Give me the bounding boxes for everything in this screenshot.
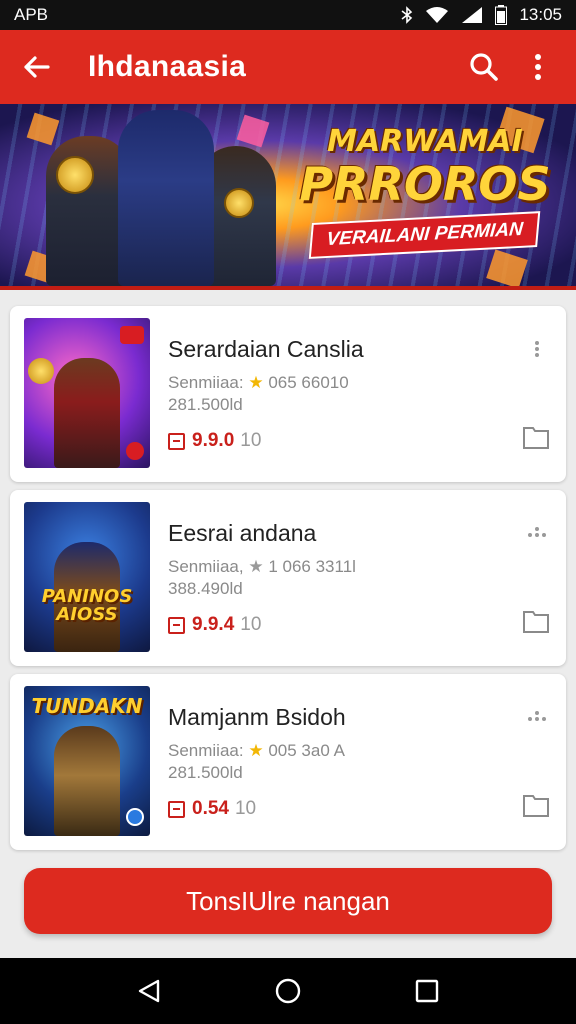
price-tag-icon bbox=[168, 616, 185, 634]
banner-ribbon: VERAILANI PERMIAN bbox=[309, 211, 541, 259]
meta-suffix: 1 066 3311l bbox=[268, 557, 356, 576]
more-dots-icon bbox=[528, 711, 546, 721]
meta-line2: 281.500ld bbox=[168, 763, 243, 782]
list-item[interactable]: PANINOS AIOSS Eesrai andana Senmiiaa, ★ … bbox=[10, 490, 566, 666]
meta-prefix: Senmiiaa, bbox=[168, 557, 244, 576]
star-icon: ★ bbox=[248, 557, 264, 576]
price-value: 9.9.4 bbox=[192, 614, 235, 635]
meta-line2: 281.500ld bbox=[168, 395, 243, 414]
meta-suffix: 065 66010 bbox=[268, 373, 349, 392]
meta-line2: 388.490ld bbox=[168, 579, 243, 598]
thumbnail-coin bbox=[28, 358, 54, 384]
wifi-icon bbox=[426, 7, 449, 23]
meta-prefix: Senmiiaa: bbox=[168, 373, 244, 392]
game-price: 9.9.0 10 bbox=[168, 430, 261, 452]
thumbnail-badge bbox=[126, 808, 144, 826]
signal-icon bbox=[462, 7, 483, 23]
folder-icon[interactable] bbox=[522, 792, 550, 818]
price-sub: 10 bbox=[240, 430, 262, 451]
game-meta: Senmiiaa: ★ 065 66010 281.500ld bbox=[168, 372, 349, 416]
price-sub: 10 bbox=[234, 798, 257, 819]
banner-headline-top: MARWAMAI bbox=[327, 124, 523, 159]
game-list: Serardaian Canslia Senmiiaa: ★ 065 66010… bbox=[10, 306, 566, 858]
meta-suffix: 005 3a0 A bbox=[268, 741, 345, 760]
thumbnail-badge bbox=[120, 326, 144, 344]
game-meta: Senmiiaa: ★ 005 3a0 A 281.500ld bbox=[168, 740, 345, 784]
game-title: Eesrai andana bbox=[168, 520, 317, 546]
square-recents-icon bbox=[415, 979, 438, 1003]
game-meta: Senmiiaa, ★ 1 066 3311l 388.490ld bbox=[168, 556, 356, 600]
price-tag-icon bbox=[168, 800, 185, 818]
game-title: Serardaian Canslia bbox=[168, 336, 364, 362]
price-value: 0.54 bbox=[192, 798, 229, 819]
item-menu-button[interactable] bbox=[522, 518, 552, 548]
promo-banner[interactable]: MARWAMAI PRROROS VERAILANI PERMIAN bbox=[0, 104, 576, 290]
banner-coin bbox=[224, 188, 254, 218]
game-thumbnail: PANINOS AIOSS bbox=[24, 502, 150, 652]
back-button[interactable] bbox=[18, 49, 54, 85]
game-thumbnail: TUNDAKN bbox=[24, 686, 150, 836]
star-icon: ★ bbox=[248, 741, 264, 760]
banner-coin bbox=[56, 156, 94, 194]
thumbnail-title: PANINOS AIOSS bbox=[41, 586, 133, 625]
price-tag-icon bbox=[168, 432, 185, 450]
item-menu-button[interactable] bbox=[522, 334, 552, 364]
folder-icon[interactable] bbox=[522, 424, 550, 450]
thumbnail-character bbox=[54, 726, 120, 836]
list-item[interactable]: Serardaian Canslia Senmiiaa: ★ 065 66010… bbox=[10, 306, 566, 482]
price-sub: 10 bbox=[240, 614, 262, 635]
nav-back-button[interactable] bbox=[125, 967, 173, 1015]
overflow-menu-button[interactable] bbox=[518, 47, 558, 87]
system-nav-bar bbox=[0, 958, 576, 1024]
nav-recents-button[interactable] bbox=[403, 967, 451, 1015]
app-title: Ihdanaasia bbox=[88, 50, 247, 83]
banner-headline-main: PRROROS bbox=[299, 157, 551, 211]
banner-headline: MARWAMAI PRROROS VERAILANI PERMIAN bbox=[290, 124, 560, 259]
star-icon: ★ bbox=[248, 373, 264, 392]
game-price: 0.54 10 bbox=[168, 798, 256, 820]
search-icon bbox=[470, 53, 498, 81]
list-item[interactable]: TUNDAKN Mamjanm Bsidoh Senmiiaa: ★ 005 3… bbox=[10, 674, 566, 850]
more-vert-icon bbox=[535, 54, 541, 80]
meta-prefix: Senmiiaa: bbox=[168, 741, 244, 760]
game-thumbnail bbox=[24, 318, 150, 468]
more-vert-icon bbox=[535, 341, 539, 357]
battery-icon bbox=[495, 5, 508, 25]
status-bar: APB 13:05 bbox=[0, 0, 576, 30]
status-icons: 13:05 bbox=[401, 5, 562, 25]
circle-home-icon bbox=[275, 978, 301, 1004]
thumbnail-title: TUNDAKN bbox=[31, 694, 143, 718]
game-title: Mamjanm Bsidoh bbox=[168, 704, 346, 730]
game-price: 9.9.4 10 bbox=[168, 614, 261, 636]
thumbnail-badge bbox=[126, 442, 144, 460]
more-dots-icon bbox=[528, 527, 546, 537]
nav-home-button[interactable] bbox=[264, 967, 312, 1015]
thumbnail-character bbox=[54, 358, 120, 468]
search-button[interactable] bbox=[464, 47, 504, 87]
arrow-left-icon bbox=[24, 56, 50, 78]
item-menu-button[interactable] bbox=[522, 702, 552, 732]
folder-icon[interactable] bbox=[522, 608, 550, 634]
app-bar: Ihdanaasia bbox=[0, 30, 576, 104]
bluetooth-icon bbox=[401, 6, 413, 24]
price-value: 9.9.0 bbox=[192, 430, 235, 451]
banner-character bbox=[118, 110, 214, 286]
carrier-label: APB bbox=[14, 5, 49, 24]
triangle-back-icon bbox=[139, 979, 160, 1003]
clock: 13:05 bbox=[519, 5, 562, 24]
primary-action-button[interactable]: TonsIUlre nangan bbox=[24, 868, 552, 934]
